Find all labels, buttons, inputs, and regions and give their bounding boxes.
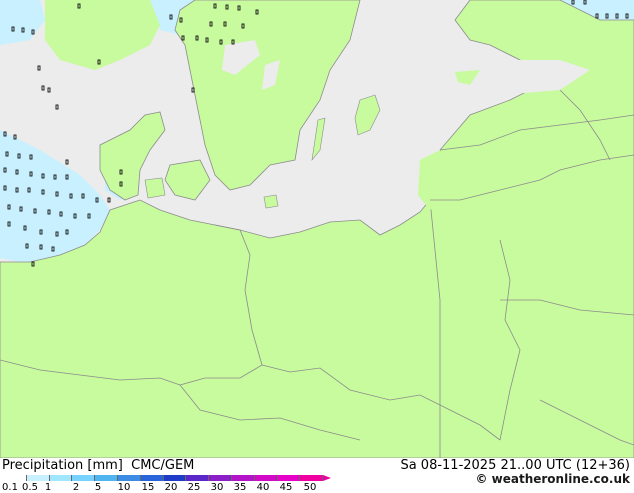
- colorbar-swatch: [95, 475, 118, 481]
- colorbar-swatch: [117, 475, 141, 481]
- colorbar-tick: 45: [279, 482, 293, 493]
- colorbar-swatch: [26, 475, 50, 481]
- colorbar-tick: 0.5: [22, 482, 38, 493]
- credit-link[interactable]: © weatheronline.co.uk: [475, 472, 630, 486]
- colorbar-tick: 30: [210, 482, 224, 493]
- model-name: CMC/GEM: [131, 458, 195, 473]
- colorbar-swatch: [163, 475, 187, 481]
- colorbar-swatch: [72, 475, 96, 481]
- colorbar-tick: 50: [303, 482, 317, 493]
- colorbar-tick: 25: [187, 482, 201, 493]
- colorbar-swatch: [140, 475, 164, 481]
- colorbar-tick: 35: [233, 482, 247, 493]
- colorbar-swatch: [277, 475, 301, 481]
- colorbar-swatch: [300, 475, 324, 481]
- colorbar-tick: 2: [72, 482, 80, 493]
- colorbar-tick: 1: [44, 482, 52, 493]
- valid-time: Sa 08-11-2025 21..00 UTC (12+36): [400, 458, 630, 473]
- colorbar-swatch: [49, 475, 73, 481]
- colorbar-ticks: 0.1 0.5 1 2 5 10 15 20 25 30 35 40 45 50: [0, 482, 340, 493]
- colorbar-tick: 40: [256, 482, 270, 493]
- colorbar-swatch: [4, 475, 27, 481]
- colorbar-tick: 20: [164, 482, 178, 493]
- colorbar-swatch: [209, 475, 232, 481]
- map-footer: Precipitation [mm] CMC/GEM Sa 08-11-2025…: [0, 458, 634, 493]
- colorbar-swatch: [231, 475, 255, 481]
- colorbar-tick: 10: [117, 482, 131, 493]
- colorbar-arrow: [323, 475, 332, 481]
- colorbar-tick: 5: [94, 482, 102, 493]
- colorbar-tick: 0.1: [2, 482, 18, 493]
- colorbar-swatch: [186, 475, 210, 481]
- precipitation-map: [0, 0, 634, 459]
- colorbar-tick: 15: [141, 482, 155, 493]
- colorbar: [4, 475, 332, 481]
- colorbar-swatch: [254, 475, 278, 481]
- legend-title: Precipitation [mm] CMC/GEM: [2, 458, 195, 473]
